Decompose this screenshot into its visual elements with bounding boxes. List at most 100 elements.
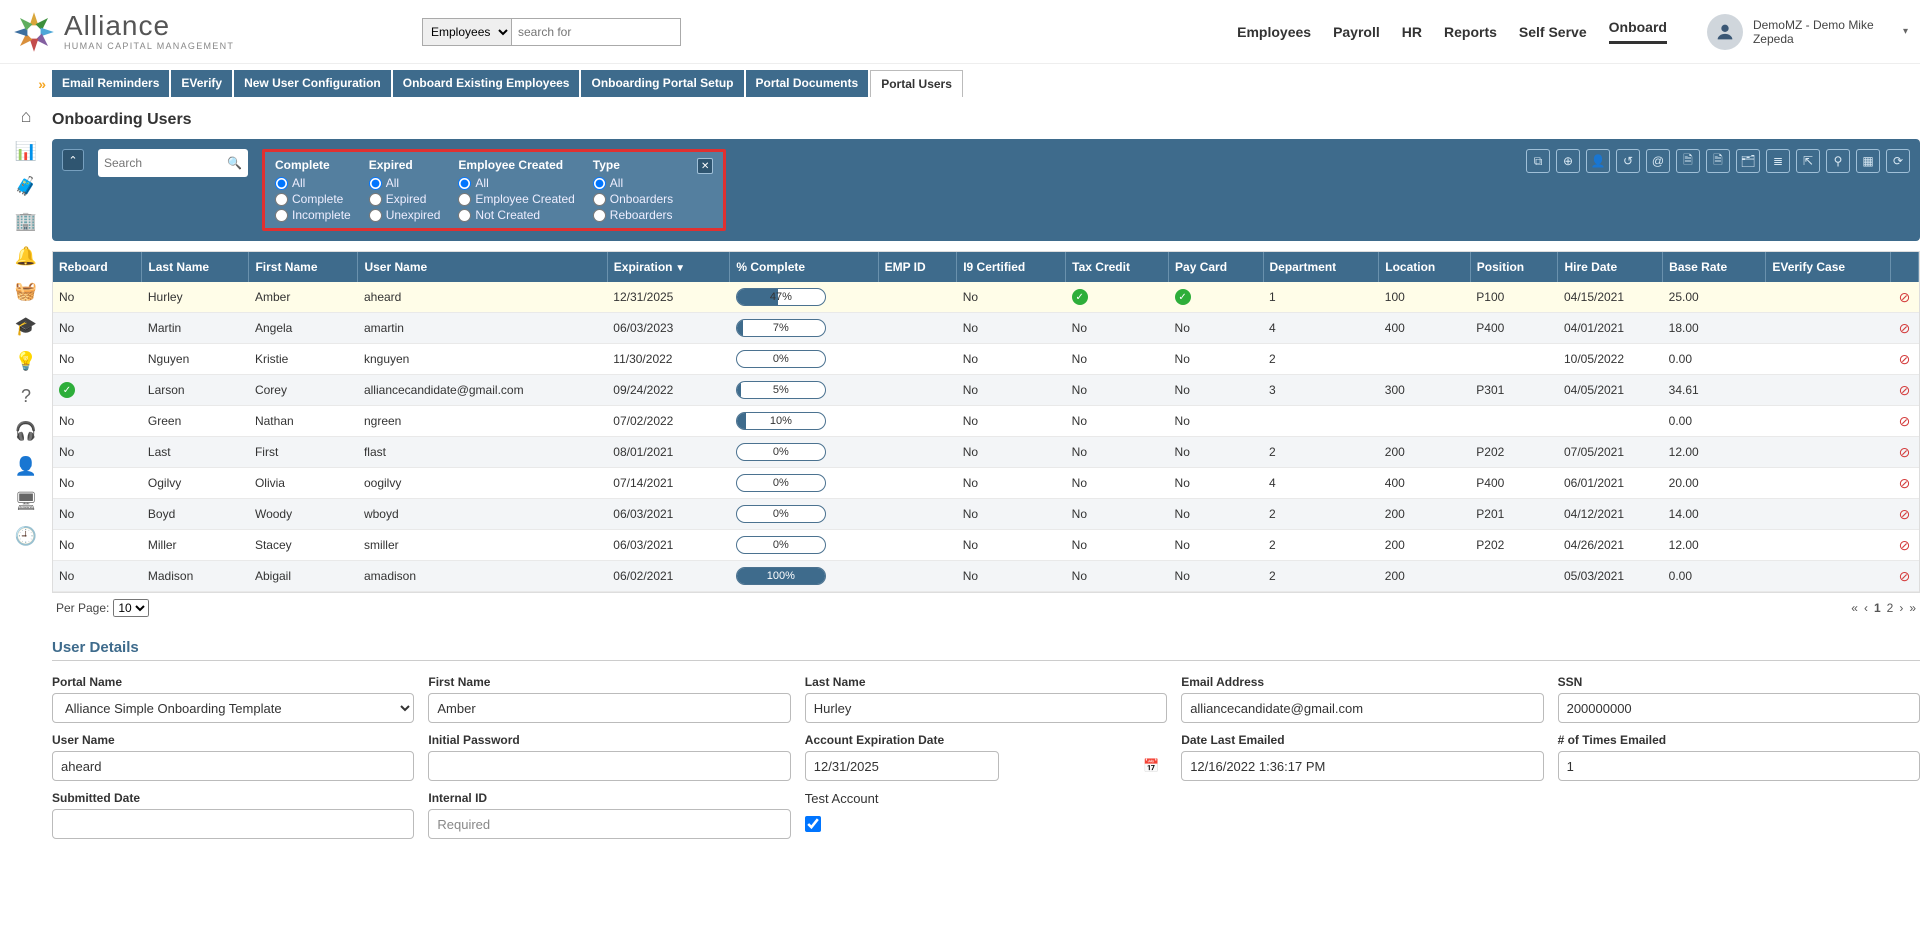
- subtab-everify[interactable]: EVerify: [171, 70, 232, 97]
- pager-prev[interactable]: «: [1851, 601, 1858, 615]
- toolbar-button-3[interactable]: ↺: [1616, 149, 1640, 173]
- filter-radio[interactable]: [458, 177, 471, 190]
- col-last-name[interactable]: Last Name: [142, 252, 249, 282]
- toolbar-button-7[interactable]: 🗂: [1736, 149, 1760, 173]
- delete-row-icon[interactable]: ⊘: [1897, 506, 1913, 523]
- filter-radio[interactable]: [275, 177, 288, 190]
- account-exp-input[interactable]: [805, 751, 999, 781]
- delete-row-icon[interactable]: ⊘: [1897, 382, 1913, 399]
- ssn-input[interactable]: [1558, 693, 1920, 723]
- basket-icon[interactable]: 🧺: [15, 281, 37, 302]
- nav-reports[interactable]: Reports: [1444, 24, 1497, 40]
- person-icon[interactable]: 👤: [15, 456, 37, 477]
- filter-option[interactable]: Reboarders: [593, 208, 673, 222]
- delete-row-icon[interactable]: ⊘: [1897, 289, 1913, 306]
- filter-search-input[interactable]: [104, 156, 227, 170]
- col-reboard[interactable]: Reboard: [53, 252, 142, 282]
- col-user-name[interactable]: User Name: [358, 252, 607, 282]
- briefcase-icon[interactable]: 🧳: [15, 176, 37, 197]
- education-icon[interactable]: 🎓: [15, 316, 37, 337]
- delete-row-icon[interactable]: ⊘: [1897, 351, 1913, 368]
- last-name-input[interactable]: [805, 693, 1167, 723]
- idea-icon[interactable]: 💡: [15, 351, 37, 372]
- filter-option[interactable]: All: [593, 176, 673, 190]
- filter-close-button[interactable]: ✕: [697, 158, 713, 174]
- delete-row-icon[interactable]: ⊘: [1897, 444, 1913, 461]
- nav-employees[interactable]: Employees: [1237, 24, 1311, 40]
- filter-radio[interactable]: [593, 193, 606, 206]
- filter-option[interactable]: Complete: [275, 192, 351, 206]
- col-position[interactable]: Position: [1470, 252, 1558, 282]
- nav-payroll[interactable]: Payroll: [1333, 24, 1380, 40]
- filter-radio[interactable]: [458, 193, 471, 206]
- sidebar-expand-icon[interactable]: »: [38, 76, 46, 92]
- delete-row-icon[interactable]: ⊘: [1897, 413, 1913, 430]
- per-page-select[interactable]: 10: [113, 599, 149, 617]
- toolbar-button-12[interactable]: ⟳: [1886, 149, 1910, 173]
- delete-row-icon[interactable]: ⊘: [1897, 320, 1913, 337]
- user-menu[interactable]: DemoMZ - Demo Mike Zepeda ▾: [1707, 14, 1908, 50]
- stats-icon[interactable]: 📊: [15, 141, 37, 162]
- filter-option[interactable]: Unexpired: [369, 208, 441, 222]
- global-search-input[interactable]: [511, 18, 681, 46]
- portal-name-select[interactable]: Alliance Simple Onboarding Template: [52, 693, 414, 723]
- calendar-icon[interactable]: 📅: [1143, 758, 1159, 774]
- help-icon[interactable]: ?: [21, 386, 31, 407]
- initial-password-input[interactable]: [428, 751, 790, 781]
- nav-onboard[interactable]: Onboard: [1609, 19, 1667, 44]
- col-tax-credit[interactable]: Tax Credit: [1066, 252, 1169, 282]
- pager-page-2[interactable]: 2: [1887, 601, 1894, 615]
- clock-icon[interactable]: 🕘: [15, 526, 37, 547]
- search-scope-select[interactable]: Employees: [422, 18, 511, 46]
- filter-option[interactable]: All: [369, 176, 441, 190]
- filter-radio[interactable]: [593, 177, 606, 190]
- col-hire-date[interactable]: Hire Date: [1558, 252, 1663, 282]
- pager-next[interactable]: ›: [1899, 601, 1903, 615]
- times-emailed-input[interactable]: [1558, 751, 1920, 781]
- pager-page-1[interactable]: 1: [1874, 601, 1881, 615]
- delete-row-icon[interactable]: ⊘: [1897, 475, 1913, 492]
- table-row[interactable]: NoBoydWoodywboyd06/03/20210%NoNoNo2200P2…: [53, 499, 1919, 530]
- toolbar-button-2[interactable]: 👤: [1586, 149, 1610, 173]
- filter-option[interactable]: Onboarders: [593, 192, 673, 206]
- col-actions[interactable]: [1891, 252, 1919, 282]
- toolbar-button-9[interactable]: ⇱: [1796, 149, 1820, 173]
- user-name-input[interactable]: [52, 751, 414, 781]
- subtab-onboard-existing-employees[interactable]: Onboard Existing Employees: [393, 70, 580, 97]
- col-everify-case[interactable]: EVerify Case: [1766, 252, 1891, 282]
- pager-next[interactable]: »: [1909, 601, 1916, 615]
- email-input[interactable]: [1181, 693, 1543, 723]
- internal-id-input[interactable]: [428, 809, 790, 839]
- filter-radio[interactable]: [593, 209, 606, 222]
- col-location[interactable]: Location: [1379, 252, 1471, 282]
- filter-option[interactable]: Not Created: [458, 208, 574, 222]
- subtab-email-reminders[interactable]: Email Reminders: [52, 70, 169, 97]
- test-account-checkbox[interactable]: [805, 816, 821, 832]
- table-row[interactable]: NoHurleyAmberaheard12/31/202547%No✓✓1100…: [53, 282, 1919, 313]
- subtab-portal-documents[interactable]: Portal Documents: [746, 70, 869, 97]
- bell-icon[interactable]: 🔔: [15, 246, 37, 267]
- filter-radio[interactable]: [458, 209, 471, 222]
- table-row[interactable]: NoMadisonAbigailamadison06/02/2021100%No…: [53, 561, 1919, 592]
- filter-radio[interactable]: [275, 209, 288, 222]
- table-row[interactable]: NoMartinAngelaamartin06/03/20237%NoNoNo4…: [53, 313, 1919, 344]
- toolbar-button-11[interactable]: ▦: [1856, 149, 1880, 173]
- monitor-icon[interactable]: 🖥: [15, 491, 38, 512]
- filter-option[interactable]: All: [458, 176, 574, 190]
- subtab-new-user-configuration[interactable]: New User Configuration: [234, 70, 391, 97]
- col--complete[interactable]: % Complete: [730, 252, 878, 282]
- submitted-date-input[interactable]: [52, 809, 414, 839]
- headset-icon[interactable]: 🎧: [15, 421, 37, 442]
- toolbar-button-10[interactable]: ⚲: [1826, 149, 1850, 173]
- filter-radio[interactable]: [369, 177, 382, 190]
- toolbar-button-6[interactable]: 🗎: [1706, 149, 1730, 173]
- col-expiration[interactable]: Expiration: [607, 252, 730, 282]
- filter-option[interactable]: Employee Created: [458, 192, 574, 206]
- toolbar-button-5[interactable]: 🗎: [1676, 149, 1700, 173]
- filter-radio[interactable]: [369, 209, 382, 222]
- col-i9-certified[interactable]: I9 Certified: [957, 252, 1066, 282]
- filter-radio[interactable]: [369, 193, 382, 206]
- delete-row-icon[interactable]: ⊘: [1897, 568, 1913, 585]
- subtab-portal-users[interactable]: Portal Users: [870, 70, 963, 97]
- nav-hr[interactable]: HR: [1402, 24, 1422, 40]
